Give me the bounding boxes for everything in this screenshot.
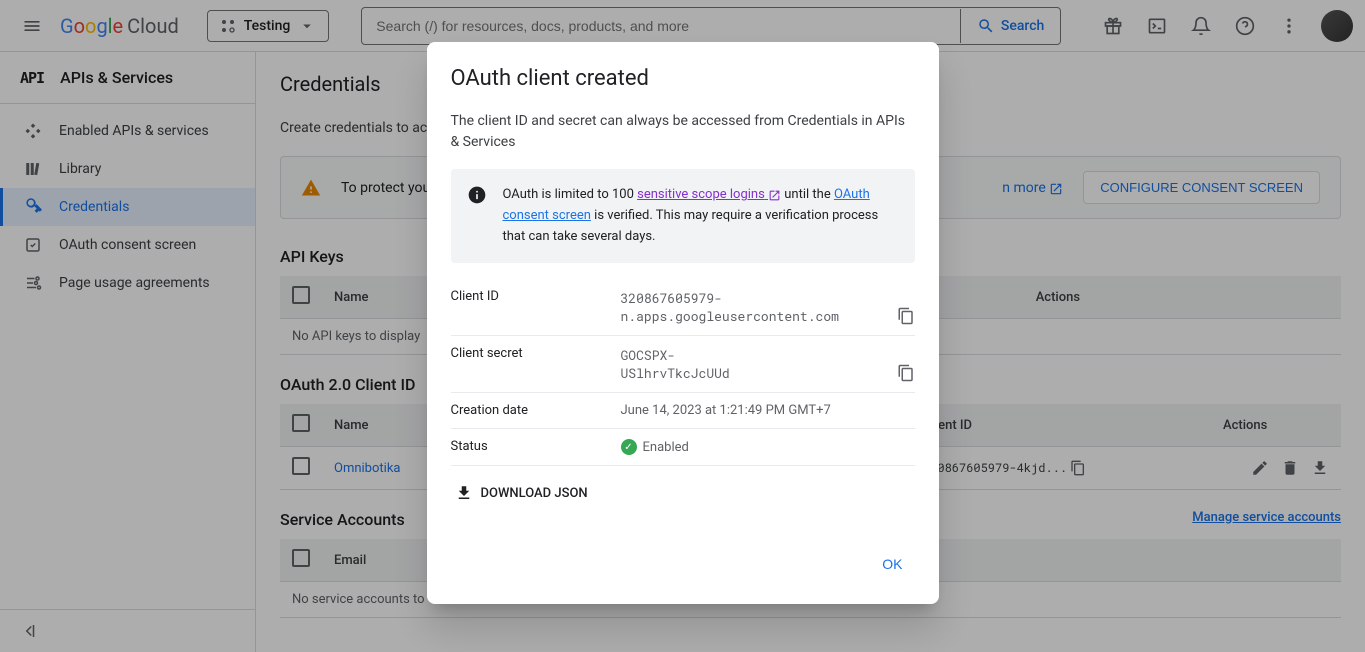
download-json-button[interactable]: DOWNLOAD JSON xyxy=(451,478,915,508)
client-secret-label: Client secret xyxy=(451,346,621,361)
oauth-created-modal: OAuth client created The client ID and s… xyxy=(427,42,939,604)
client-secret-value: GOCSPX- USlhrvTkcJcUUd xyxy=(621,346,915,382)
client-secret-row: Client secret GOCSPX- USlhrvTkcJcUUd xyxy=(451,336,915,393)
creation-date-row: Creation date June 14, 2023 at 1:21:49 P… xyxy=(451,393,915,429)
modal-title: OAuth client created xyxy=(451,66,915,91)
copy-icon[interactable] xyxy=(897,364,915,382)
status-value: ✓ Enabled xyxy=(621,439,915,455)
client-id-label: Client ID xyxy=(451,289,621,304)
creation-date-value: June 14, 2023 at 1:21:49 PM GMT+7 xyxy=(621,403,915,418)
ok-button[interactable]: OK xyxy=(870,548,914,580)
check-icon: ✓ xyxy=(621,439,637,455)
download-icon xyxy=(455,484,473,502)
client-id-row: Client ID 320867605979- n.apps.googleuse… xyxy=(451,279,915,336)
info-box: OAuth is limited to 100 sensitive scope … xyxy=(451,169,915,263)
copy-icon[interactable] xyxy=(897,307,915,325)
external-link-icon xyxy=(768,189,781,202)
creation-date-label: Creation date xyxy=(451,403,621,418)
client-id-value: 320867605979- n.apps.googleusercontent.c… xyxy=(621,289,915,325)
info-icon xyxy=(467,185,487,247)
sensitive-scope-link[interactable]: sensitive scope logins xyxy=(637,187,781,202)
status-row: Status ✓ Enabled xyxy=(451,429,915,466)
modal-footer: OK xyxy=(451,548,915,580)
modal-description: The client ID and secret can always be a… xyxy=(451,111,915,153)
download-json-label: DOWNLOAD JSON xyxy=(481,486,588,501)
status-label: Status xyxy=(451,439,621,454)
info-text: OAuth is limited to 100 sensitive scope … xyxy=(503,185,899,247)
